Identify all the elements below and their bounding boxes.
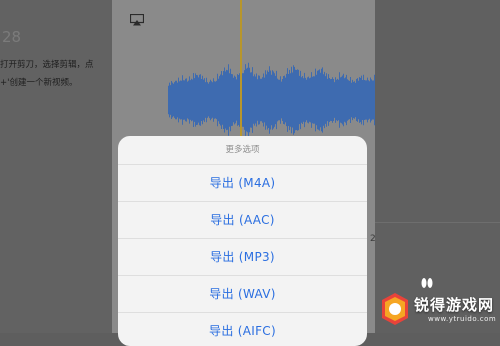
watermark-logo-icon [382,293,408,325]
sticker-icon [421,278,433,288]
background-article: 28 打开剪刀，选择剪辑，点 +'创建一个新视频。 [0,0,112,333]
background-mark: 2 [370,234,376,244]
divider [375,222,500,223]
export-wav-button[interactable]: 导出 (WAV) [118,276,367,313]
export-aifc-button[interactable]: 导出 (AIFC) [118,313,367,346]
audio-waveform[interactable] [168,58,375,142]
airplay-icon[interactable] [130,14,144,26]
watermark-site-name: 锐得游戏网 [414,296,495,314]
article-line-2: +'创建一个新视频。 [0,78,78,88]
export-aac-button[interactable]: 导出 (AAC) [118,202,367,239]
more-options-sheet: 更多选项 导出 (M4A) 导出 (AAC) 导出 (MP3) 导出 (WAV)… [118,136,367,346]
step-number: 28 [2,28,22,46]
sheet-title: 更多选项 [118,136,367,165]
playhead[interactable] [240,0,242,140]
watermark-url: www.ytruido.com [428,315,497,323]
article-line-1: 打开剪刀，选择剪辑，点 [0,60,94,70]
background-right [375,0,500,333]
export-m4a-button[interactable]: 导出 (M4A) [118,165,367,202]
export-mp3-button[interactable]: 导出 (MP3) [118,239,367,276]
